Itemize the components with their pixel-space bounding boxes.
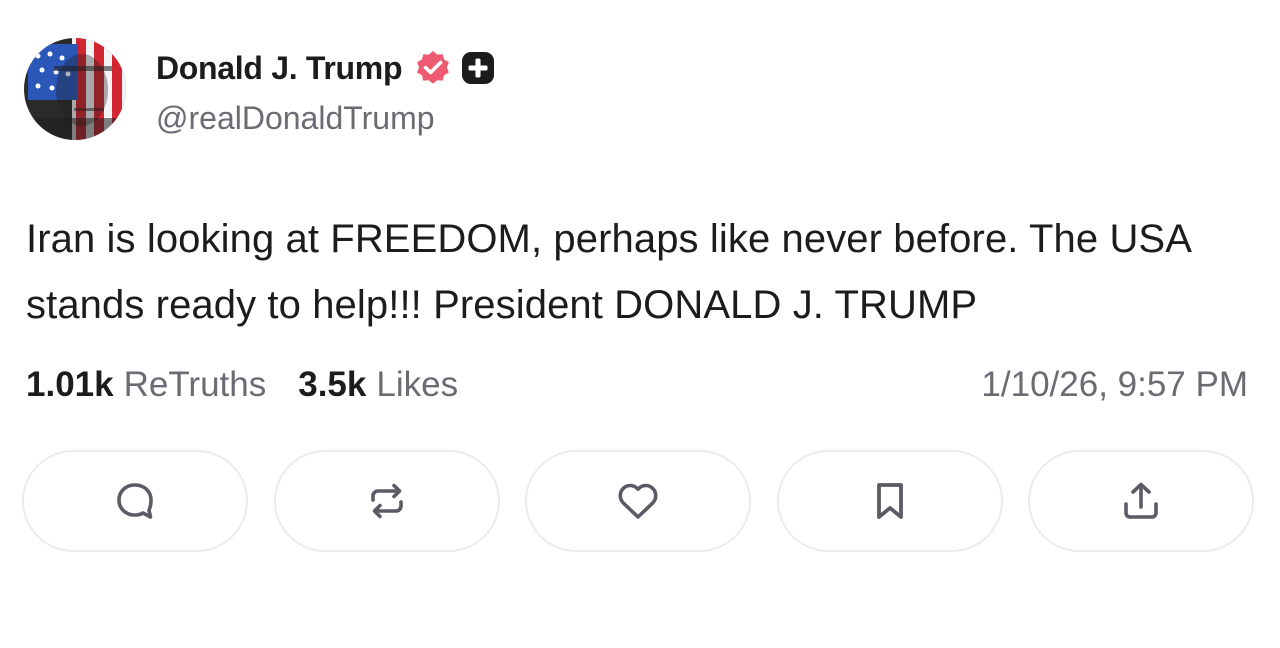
bookmark-button[interactable] — [776, 450, 1003, 552]
reply-button[interactable] — [22, 450, 248, 552]
author-handle[interactable]: @realDonaldTrump — [156, 100, 496, 137]
flag-portrait-avatar-icon — [24, 38, 126, 140]
likes-label: Likes — [376, 365, 459, 404]
retruths-stat[interactable]: 1.01k ReTruths — [26, 365, 266, 405]
post-stats: 1.01k ReTruths 3.5k Likes 1/10/26, 9:57 … — [26, 362, 1248, 408]
heart-icon — [618, 483, 658, 519]
retruths-count: 1.01k — [26, 365, 114, 404]
likes-stat[interactable]: 3.5k Likes — [298, 365, 458, 405]
post-header: Donald J. Trump @realDonaldTrump — [24, 38, 496, 140]
verified-badge-icon — [414, 49, 452, 87]
retruth-button[interactable] — [273, 450, 500, 552]
retruths-label: ReTruths — [123, 365, 267, 404]
avatar[interactable] — [24, 38, 126, 140]
share-button[interactable] — [1028, 450, 1254, 552]
action-bar — [22, 450, 1254, 554]
likes-count: 3.5k — [298, 365, 367, 404]
post-timestamp: 1/10/26, 9:57 PM — [981, 365, 1248, 404]
plus-badge-icon — [460, 50, 496, 86]
author-name[interactable]: Donald J. Trump — [156, 50, 403, 87]
repost-icon — [370, 483, 403, 519]
share-icon — [1124, 482, 1158, 519]
name-row: Donald J. Trump — [156, 50, 496, 86]
like-button[interactable] — [525, 450, 751, 552]
author-identity: Donald J. Trump @realDonaldTrump — [156, 50, 496, 137]
comment-icon — [117, 483, 153, 519]
bookmark-icon — [876, 483, 903, 519]
post-body: Iran is looking at FREEDOM, perhaps like… — [26, 217, 1190, 327]
